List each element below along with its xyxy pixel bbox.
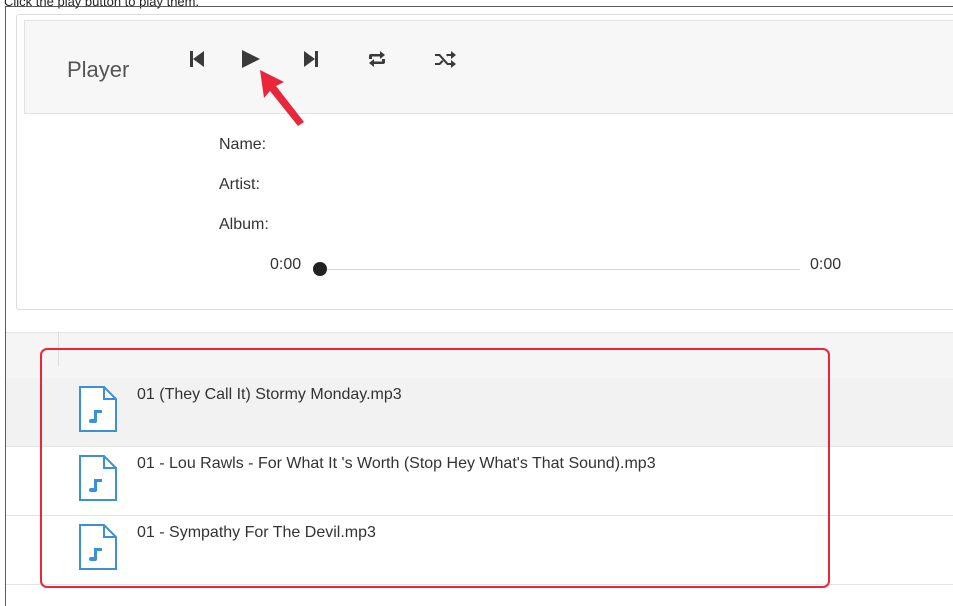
playlist-row[interactable]: 01 (They Call It) Stormy Monday.mp3 [6,378,953,447]
playlist-header [6,332,953,379]
shuffle-icon [435,51,456,68]
progress-track[interactable] [318,269,800,270]
play-icon [242,50,260,68]
current-time: 0:00 [270,256,302,273]
artist-label: Artist: [219,176,260,193]
previous-button[interactable] [180,42,214,76]
name-label: Name: [219,136,267,153]
playlist-row[interactable]: 01 - Sympathy For The Devil.mp3 [6,516,953,585]
music-file-icon [79,386,117,432]
playlist-header-divider [58,332,59,366]
next-button[interactable] [294,42,328,76]
player-toolbar [24,20,953,114]
play-button[interactable] [234,42,268,76]
progress-knob[interactable] [313,262,327,276]
file-name: 01 - Lou Rawls - For What It 's Worth (S… [137,455,656,472]
playlist-row[interactable]: 01 - Lou Rawls - For What It 's Worth (S… [6,447,953,516]
shuffle-button[interactable] [428,42,462,76]
repeat-icon [369,51,385,67]
album-label: Album: [219,216,269,233]
previous-icon [190,51,204,67]
music-file-icon [79,455,117,501]
total-time: 0:00 [810,256,842,273]
player-title: Player [67,57,130,82]
file-name: 01 (They Call It) Stormy Monday.mp3 [137,386,402,403]
next-icon [304,51,318,67]
repeat-button[interactable] [360,42,394,76]
music-file-icon [79,524,117,570]
file-name: 01 - Sympathy For The Devil.mp3 [137,524,376,541]
